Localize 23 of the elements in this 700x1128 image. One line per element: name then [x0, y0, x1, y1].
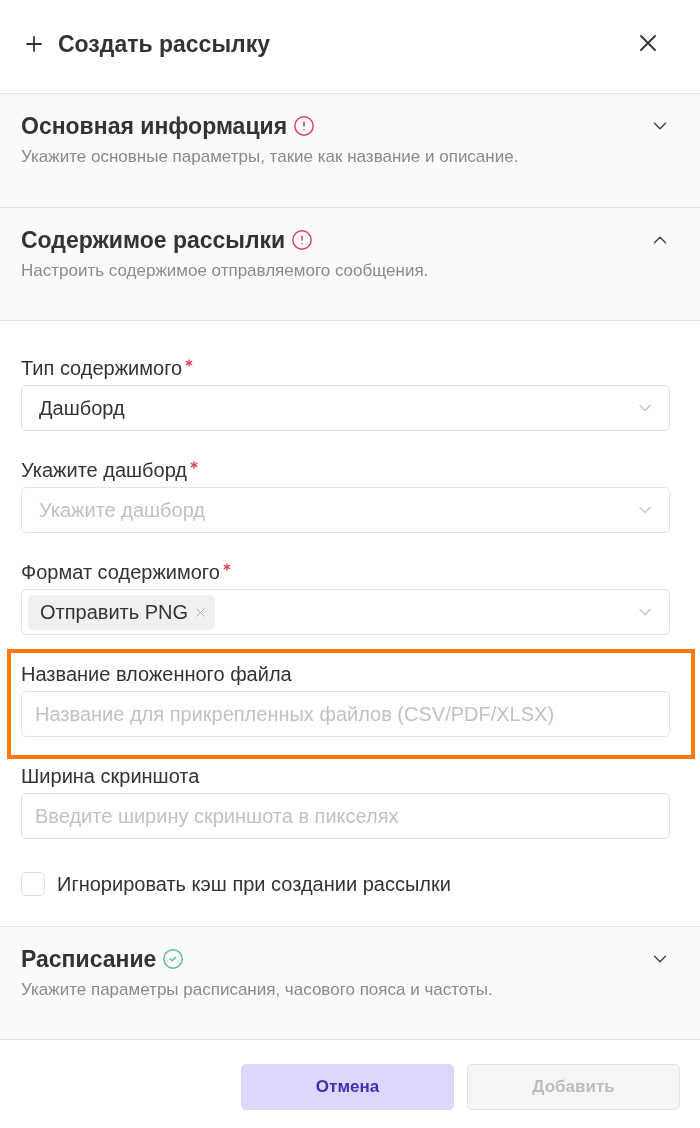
checkbox-label: Игнорировать кэш при создании рассылки — [57, 872, 451, 897]
multiselect-field[interactable]: Отправить PNG — [21, 589, 670, 635]
cancel-button[interactable]: Отмена — [241, 1064, 454, 1110]
tag-label: Отправить PNG — [40, 600, 189, 625]
section-description: Укажите основные параметры, такие как название и описание. — [21, 146, 519, 168]
select-field[interactable]: Дашборд — [21, 385, 670, 431]
accordion-header[interactable]: Основная информация Укажите основные параметры, такие как название и описание. — [0, 94, 700, 207]
field-label: Укажите дашборд — [21, 458, 188, 482]
section-title: Расписание — [21, 944, 157, 974]
field-label: Тип содержимого — [21, 356, 183, 380]
field-label: Название вложенного файла — [21, 662, 292, 686]
section-title: Основная информация — [21, 111, 288, 141]
dialog-title: Создать рассылку — [58, 30, 270, 59]
text-input[interactable]: Название для прикрепленных файлов (CSV/PDF/XLSX) — [21, 691, 670, 737]
section-description: Укажите параметры расписания, часового пояса и частоты. — [21, 979, 493, 1001]
accordion-header[interactable]: Расписание Укажите параметры расписания, часового пояса и частоты. — [0, 926, 700, 1039]
accordion-header[interactable]: Содержимое рассылки Настроить содержимое отправляемого сообщения. — [0, 207, 700, 320]
section-description: Настроить содержимое отправляемого сообщения. — [21, 260, 429, 282]
text-input[interactable]: Введите ширину скриншота в пикселях — [21, 793, 670, 839]
field-label: Формат содержимого — [21, 560, 220, 584]
checkbox[interactable] — [21, 872, 45, 896]
field-label: Ширина скриншота — [21, 764, 200, 788]
section-title: Содержимое рассылки — [21, 225, 286, 255]
